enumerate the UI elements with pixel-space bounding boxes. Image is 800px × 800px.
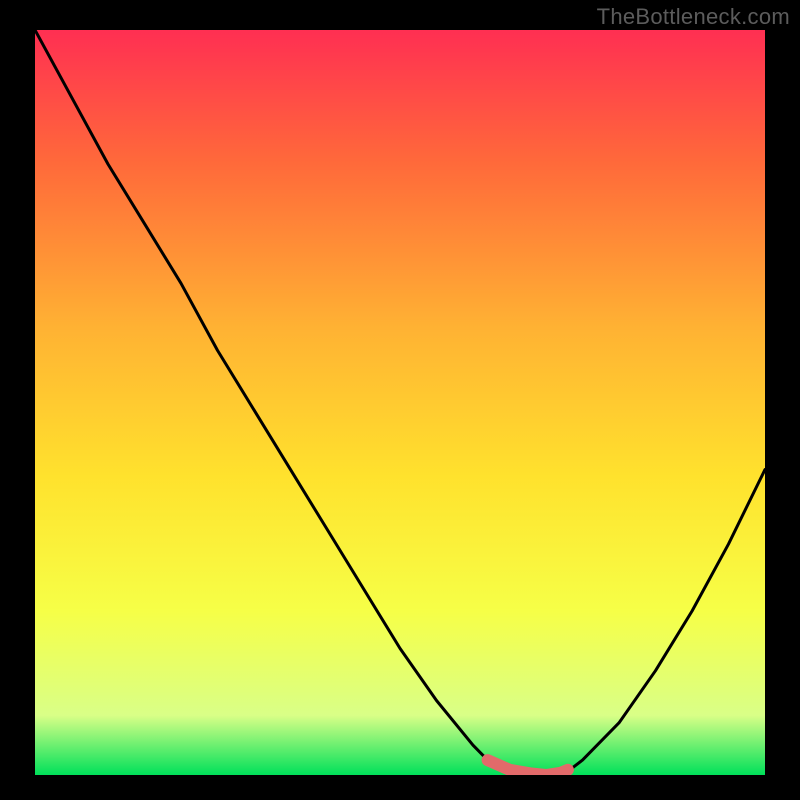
chart-stage: TheBottleneck.com <box>0 0 800 800</box>
chart-svg <box>35 30 765 775</box>
chart-plot-area <box>35 30 765 775</box>
watermark-text: TheBottleneck.com <box>597 4 790 30</box>
gradient-background <box>35 30 765 775</box>
